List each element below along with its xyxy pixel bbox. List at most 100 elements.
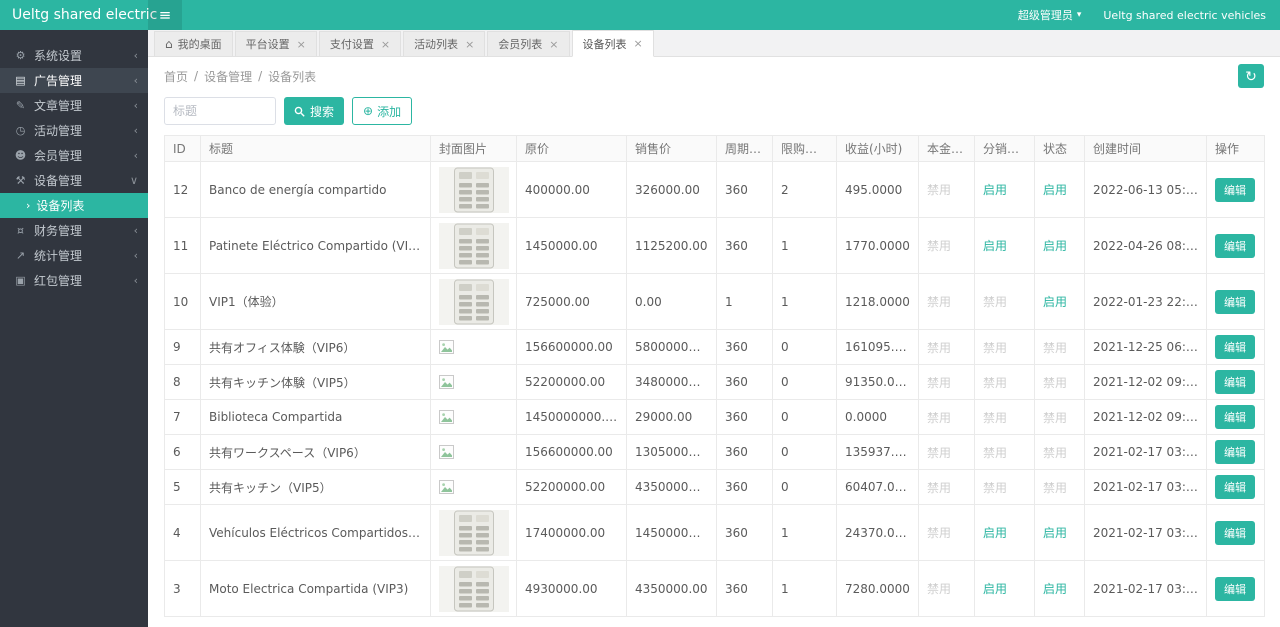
- sidebar-item-redpacket-management[interactable]: ▣红包管理‹: [0, 268, 148, 293]
- tab-payment-settings[interactable]: 支付设置×: [319, 31, 401, 56]
- cell-principal-return: 禁用: [919, 274, 975, 330]
- cell-principal-return: 禁用: [919, 561, 975, 617]
- add-button[interactable]: ⊕ 添加: [352, 97, 412, 125]
- cell-cover-image: [431, 330, 517, 365]
- finance-management-icon: ¤: [14, 224, 27, 237]
- close-icon[interactable]: ×: [297, 38, 306, 51]
- column-header: 创建时间: [1085, 136, 1207, 162]
- edit-button[interactable]: 编辑: [1215, 178, 1255, 202]
- cell-purchase-limit: 1: [773, 274, 837, 330]
- breadcrumb-bar: 首页/设备管理/设备列表 ↻: [148, 57, 1280, 95]
- site-link[interactable]: Ueltg shared electric vehicles: [1103, 9, 1266, 22]
- edit-button[interactable]: 编辑: [1215, 577, 1255, 601]
- cell-cover-image: [431, 505, 517, 561]
- cell-title: 共有キッチン体験（VIP5）: [201, 365, 431, 400]
- edit-button[interactable]: 编辑: [1215, 290, 1255, 314]
- chevron-icon: ‹: [134, 149, 138, 162]
- device-photo: [439, 279, 509, 325]
- sidebar-item-system-settings[interactable]: ⚙系统设置‹: [0, 43, 148, 68]
- cell-principal-return: 禁用: [919, 218, 975, 274]
- edit-button[interactable]: 编辑: [1215, 335, 1255, 359]
- cell-actions: 编辑: [1207, 505, 1265, 561]
- cell-cover-image: [431, 365, 517, 400]
- column-header: 本金返还: [919, 136, 975, 162]
- cell-id: 6: [165, 435, 201, 470]
- cell-status: 启用: [1035, 218, 1085, 274]
- cell-purchase-limit: 0: [773, 400, 837, 435]
- sidebar-subitem-device-list[interactable]: ›设备列表: [0, 193, 148, 218]
- edit-button[interactable]: 编辑: [1215, 475, 1255, 499]
- breadcrumb-item[interactable]: 首页: [164, 68, 188, 85]
- cell-cover-image: [431, 400, 517, 435]
- breadcrumb-item[interactable]: 设备管理: [204, 68, 252, 85]
- sidebar-item-article-management[interactable]: ✎文章管理‹: [0, 93, 148, 118]
- search-button[interactable]: 搜索: [284, 97, 344, 125]
- tab-platform-settings[interactable]: 平台设置 ×: [235, 31, 317, 56]
- refresh-button[interactable]: ↻: [1238, 64, 1264, 88]
- tab-member-list[interactable]: 会员列表×: [487, 31, 569, 56]
- refresh-icon: ↻: [1245, 68, 1257, 84]
- cell-income: 1218.0000: [837, 274, 919, 330]
- close-icon[interactable]: ×: [465, 38, 474, 51]
- chevron-icon: ‹: [134, 274, 138, 287]
- sidebar-item-finance-management[interactable]: ¤财务管理‹: [0, 218, 148, 243]
- sidebar-item-device-management[interactable]: ⚒设备管理∨: [0, 168, 148, 193]
- stats-management-icon: ↗: [14, 249, 27, 262]
- cell-principal-return: 禁用: [919, 330, 975, 365]
- cell-actions: 编辑: [1207, 561, 1265, 617]
- cell-period: 360: [717, 505, 773, 561]
- sidebar-item-label: 红包管理: [34, 272, 127, 289]
- cell-purchase-limit: 1: [773, 561, 837, 617]
- edit-button[interactable]: 编辑: [1215, 405, 1255, 429]
- edit-button[interactable]: 编辑: [1215, 521, 1255, 545]
- cell-income: 135937.5000: [837, 435, 919, 470]
- sidebar-item-activity-management[interactable]: ◷活动管理‹: [0, 118, 148, 143]
- close-icon[interactable]: ×: [549, 38, 558, 51]
- tab-desktop[interactable]: ⌂我的桌面: [154, 31, 233, 56]
- cell-title: 共有キッチン（VIP5）: [201, 470, 431, 505]
- broken-image-icon: [439, 410, 454, 424]
- tab-label: 设备列表: [583, 36, 627, 52]
- cell-distribution-dividend: 启用: [975, 218, 1035, 274]
- cell-id: 11: [165, 218, 201, 274]
- cell-created-time: 2021-12-02 09:50:14: [1085, 365, 1207, 400]
- chevron-icon: ‹: [134, 249, 138, 262]
- cell-income: 24370.0000: [837, 505, 919, 561]
- cell-title: 共有オフィス体験（VIP6）: [201, 330, 431, 365]
- cell-distribution-dividend: 禁用: [975, 330, 1035, 365]
- chevron-icon: ‹: [134, 74, 138, 87]
- cell-title: Vehículos Eléctricos Compartidos (VIP4): [201, 505, 431, 561]
- cell-income: 91350.0000: [837, 365, 919, 400]
- close-icon[interactable]: ×: [634, 37, 643, 50]
- column-header: 销售价: [627, 136, 717, 162]
- tab-label: 平台设置: [246, 36, 290, 52]
- table-row: 6共有ワークスペース（VIP6）156600000.00130500000.00…: [165, 435, 1265, 470]
- sidebar-item-ad-management[interactable]: ▤广告管理‹: [0, 68, 148, 93]
- table-row: 8共有キッチン体験（VIP5）52200000.0034800000.00360…: [165, 365, 1265, 400]
- table-row: 7Biblioteca Compartida1450000000.0029000…: [165, 400, 1265, 435]
- sidebar-item-stats-management[interactable]: ↗统计管理‹: [0, 243, 148, 268]
- cell-id: 9: [165, 330, 201, 365]
- edit-button[interactable]: 编辑: [1215, 440, 1255, 464]
- table-row: 10VIP1（体验）725000.000.00111218.0000禁用禁用启用…: [165, 274, 1265, 330]
- search-input[interactable]: [164, 97, 276, 125]
- tab-activity-list[interactable]: 活动列表×: [403, 31, 485, 56]
- cell-status: 禁用: [1035, 470, 1085, 505]
- chevron-down-icon: ▾: [1077, 10, 1082, 20]
- close-icon[interactable]: ×: [381, 38, 390, 51]
- user-menu[interactable]: 超级管理员 ▾: [1018, 7, 1082, 23]
- edit-button[interactable]: 编辑: [1215, 370, 1255, 394]
- edit-button[interactable]: 编辑: [1215, 234, 1255, 258]
- tab-device-list[interactable]: 设备列表 ×: [572, 30, 654, 57]
- content-panel: 搜索 ⊕ 添加 ID标题封面图片原价销售价周期(天)限购数量收益(小时)本金返还…: [148, 95, 1280, 627]
- device-photo: [439, 566, 509, 612]
- table-row: 5共有キッチン（VIP5）52200000.0043500000.0036006…: [165, 470, 1265, 505]
- sidebar-item-label: 财务管理: [34, 222, 127, 239]
- sidebar-item-member-management[interactable]: ☻会员管理‹: [0, 143, 148, 168]
- cell-original-price: 725000.00: [517, 274, 627, 330]
- cell-sale-price: 130500000.00: [627, 435, 717, 470]
- sidebar-toggle-button[interactable]: ≡: [148, 0, 182, 30]
- table-header-row: ID标题封面图片原价销售价周期(天)限购数量收益(小时)本金返还分销分红状态创建…: [165, 136, 1265, 162]
- cell-period: 360: [717, 365, 773, 400]
- cell-period: 360: [717, 330, 773, 365]
